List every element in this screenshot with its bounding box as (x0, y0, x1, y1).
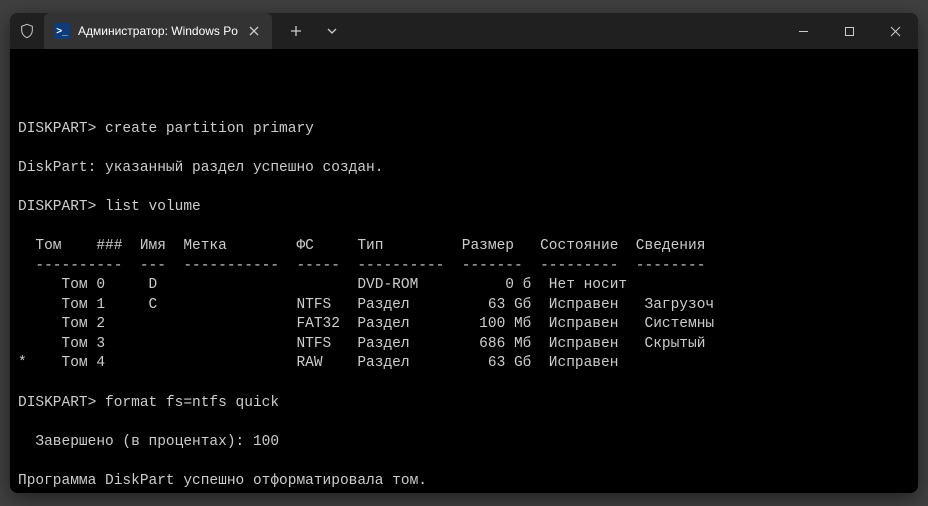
shield-icon (10, 23, 44, 39)
terminal-window: >_ Администратор: Windows Po (10, 13, 918, 493)
minimize-button[interactable] (780, 13, 826, 49)
close-button[interactable] (872, 13, 918, 49)
tabbar-actions (272, 17, 348, 45)
terminal-output[interactable]: DISKPART> create partition primary DiskP… (10, 49, 918, 493)
titlebar: >_ Администратор: Windows Po (10, 13, 918, 49)
tab-active[interactable]: >_ Администратор: Windows Po (44, 13, 272, 49)
maximize-button[interactable] (826, 13, 872, 49)
dropdown-button[interactable] (316, 17, 348, 45)
powershell-icon: >_ (54, 23, 70, 39)
window-controls (780, 13, 918, 49)
close-icon[interactable] (246, 23, 262, 39)
tab-title: Администратор: Windows Po (78, 24, 238, 38)
new-tab-button[interactable] (280, 17, 312, 45)
